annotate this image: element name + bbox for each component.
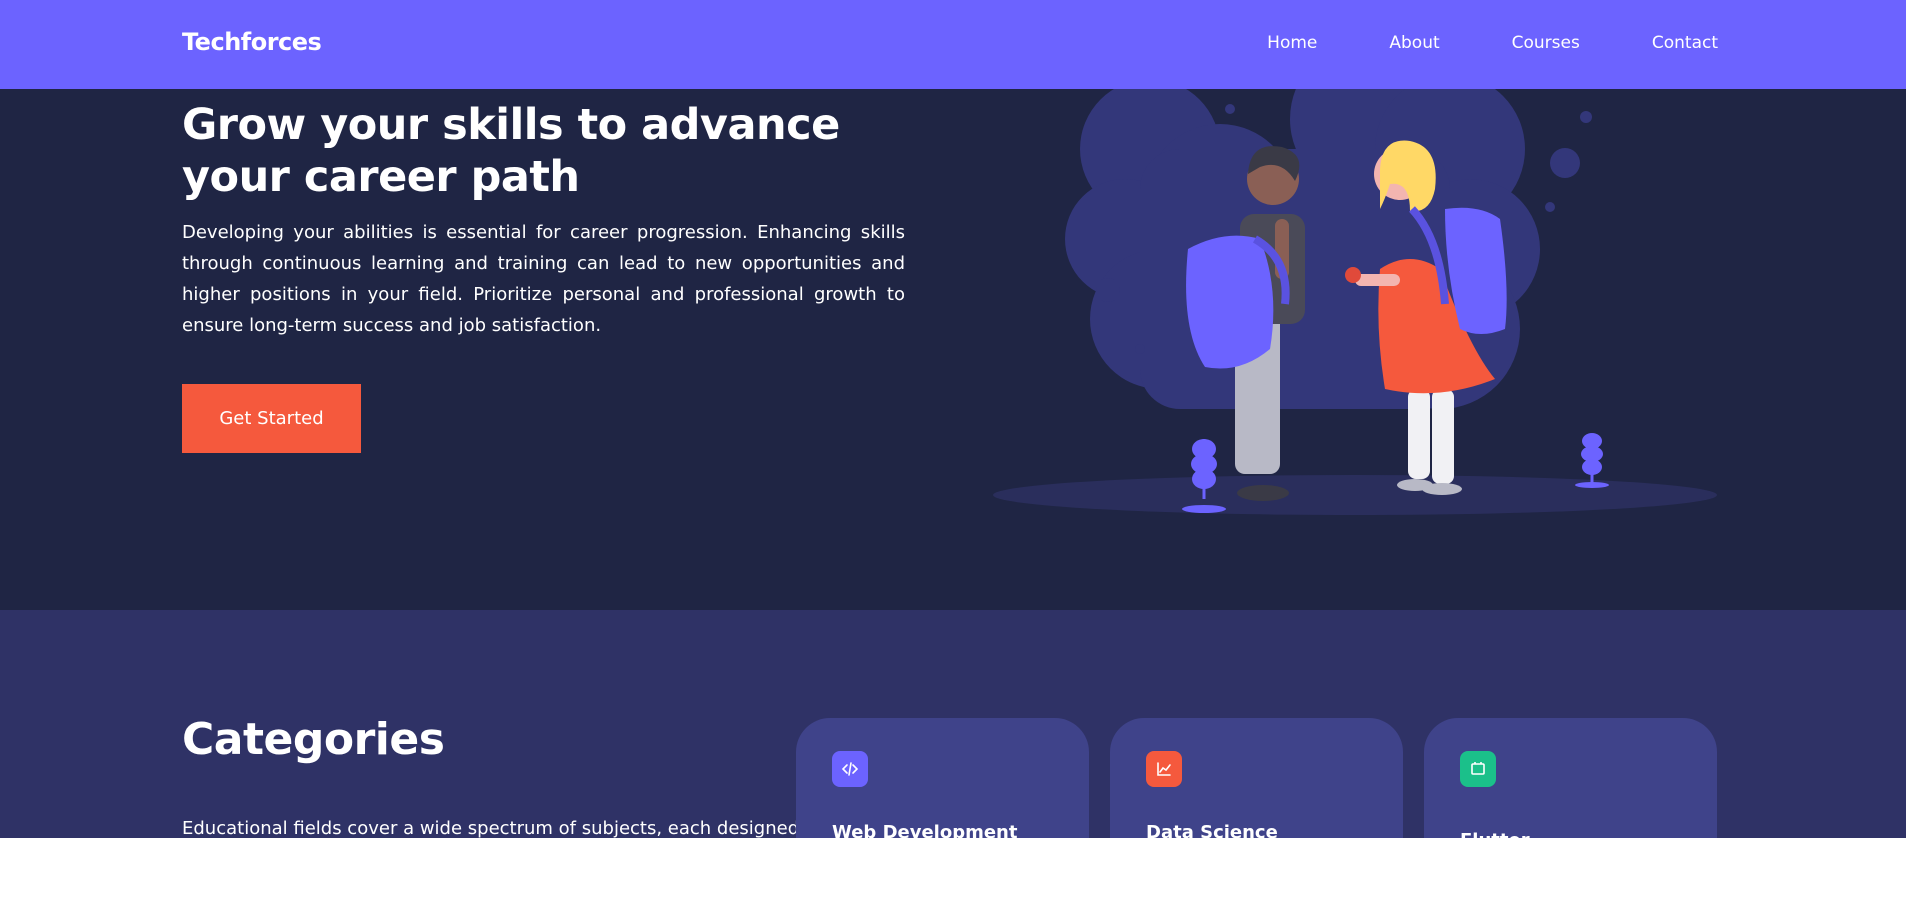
category-card-flutter[interactable]: Flutter xyxy=(1424,718,1717,838)
page-viewport: Techforces Home About Courses Contact Gr… xyxy=(0,0,1906,838)
code-icon xyxy=(832,751,868,787)
nav-link-home[interactable]: Home xyxy=(1267,33,1317,53)
category-card-title: Data Science xyxy=(1146,822,1278,838)
nav-link-courses[interactable]: Courses xyxy=(1512,33,1580,53)
nav-link-contact[interactable]: Contact xyxy=(1652,33,1718,53)
categories-section: Categories Educational fields cover a wi… xyxy=(0,610,1906,838)
ground-shadow xyxy=(993,475,1717,515)
categories-description: Educational fields cover a wide spectrum… xyxy=(182,818,800,838)
hero-title-line1: Grow your skills to advance xyxy=(182,100,840,150)
brand-logo[interactable]: Techforces xyxy=(182,28,322,56)
hero-description: Developing your abilities is essential f… xyxy=(182,222,905,336)
hero-title-line2: your career path xyxy=(182,152,580,202)
navbar: Techforces Home About Courses Contact xyxy=(0,0,1906,89)
category-card-title: Flutter xyxy=(1460,830,1530,838)
category-card-data-science[interactable]: Data Science xyxy=(1110,718,1403,838)
hero-title: Grow your skills to advance your career … xyxy=(182,99,862,203)
nav-link-about[interactable]: About xyxy=(1389,33,1439,53)
hero-section: Grow your skills to advance your career … xyxy=(0,89,1906,610)
mobile-icon xyxy=(1460,751,1496,787)
category-card-title: Web Development xyxy=(832,822,1018,838)
nav-links: Home About Courses Contact xyxy=(1267,33,1718,53)
chart-icon xyxy=(1146,751,1182,787)
students-illustration xyxy=(993,89,1717,515)
get-started-button[interactable]: Get Started xyxy=(182,384,361,453)
categories-title: Categories xyxy=(182,714,445,765)
category-card-web-development[interactable]: Web Development xyxy=(796,718,1089,838)
